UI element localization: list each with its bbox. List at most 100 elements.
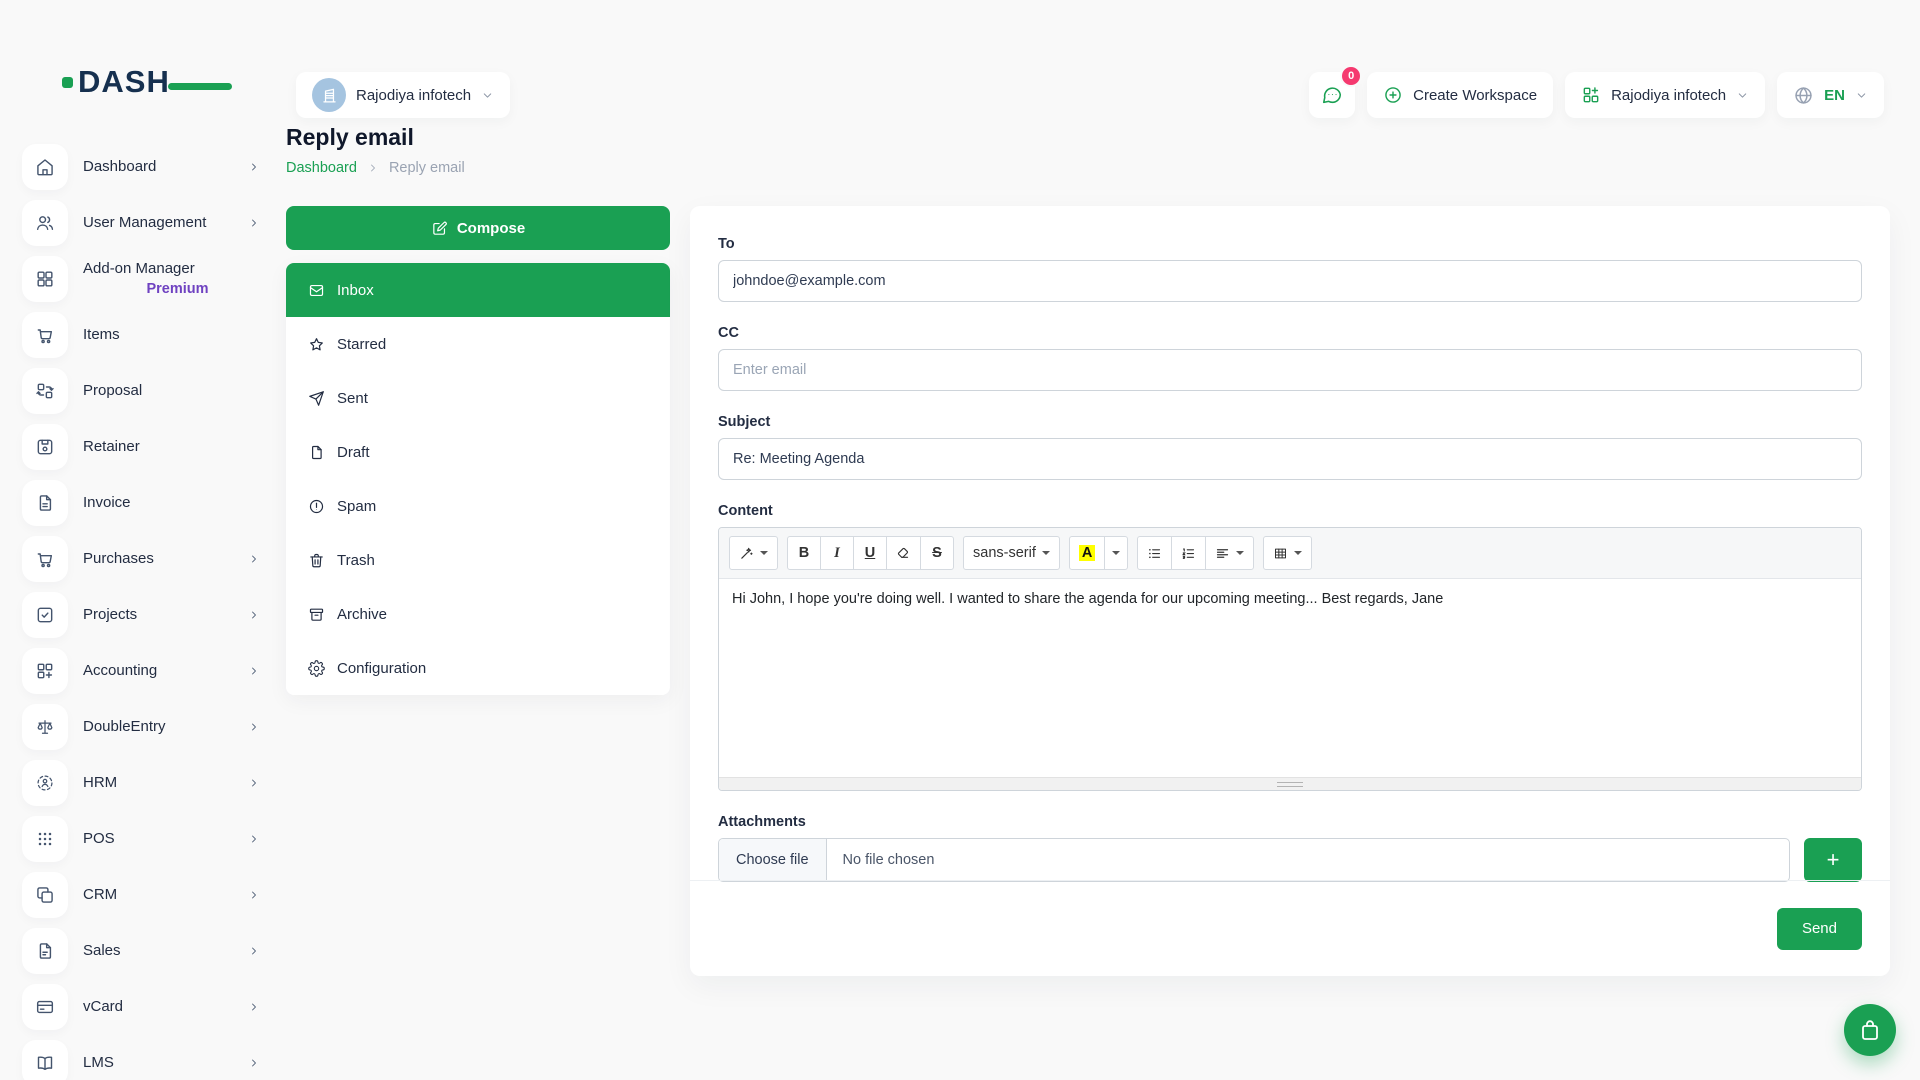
file-text-icon <box>22 480 68 526</box>
marketplace-fab[interactable] <box>1844 1004 1896 1056</box>
strikethrough-button[interactable]: S <box>920 536 954 570</box>
caret-icon <box>1112 551 1120 555</box>
language-menu[interactable]: EN <box>1777 72 1884 118</box>
book-open-icon <box>22 1040 68 1080</box>
folder-spam[interactable]: Spam <box>286 479 670 533</box>
paragraph-align-dropdown[interactable] <box>1205 536 1254 570</box>
trash-icon <box>308 552 325 569</box>
workspace-switcher[interactable]: Rajodiya infotech <box>296 72 510 118</box>
page-title: Reply email <box>286 124 465 151</box>
table-icon <box>1273 546 1288 561</box>
table-dropdown-button[interactable] <box>1263 536 1312 570</box>
content-label: Content <box>718 503 1862 519</box>
workspace-name: Rajodiya infotech <box>356 87 471 104</box>
list-ul-icon <box>1147 546 1162 561</box>
sidebar-item-user-management[interactable]: User Management <box>22 200 272 246</box>
file-icon <box>308 444 325 461</box>
sidebar-item-projects[interactable]: Projects <box>22 592 272 638</box>
content-group: Content B I U <box>718 503 1862 791</box>
copy-cards-icon <box>22 872 68 918</box>
chevron-right-icon <box>248 833 260 845</box>
add-attachment-button[interactable]: + <box>1804 838 1862 882</box>
globe-icon <box>1793 85 1814 106</box>
folder-inbox[interactable]: Inbox <box>286 263 670 317</box>
editor-toolbar: B I U S sans-serif <box>719 528 1861 579</box>
sidebar-item-invoice[interactable]: Invoice <box>22 480 272 526</box>
sidebar-item-vcard[interactable]: vCard <box>22 984 272 1030</box>
sidebar-item-retainer[interactable]: Retainer <box>22 424 272 470</box>
style-dropdown-button[interactable] <box>729 536 778 570</box>
messages-button[interactable]: 0 <box>1309 72 1355 118</box>
caret-icon <box>1042 551 1050 555</box>
sidebar-item-proposal[interactable]: Proposal <box>22 368 272 414</box>
email-body-editor[interactable]: Hi John, I hope you're doing well. I wan… <box>719 579 1861 777</box>
caret-icon <box>760 551 768 555</box>
breadcrumb-dashboard[interactable]: Dashboard <box>286 160 357 176</box>
logo-text: DASH <box>78 64 170 100</box>
cart-icon <box>22 536 68 582</box>
gear-icon <box>308 660 325 677</box>
font-color-caret-button[interactable] <box>1104 536 1128 570</box>
chevron-right-icon <box>248 721 260 733</box>
file-input[interactable]: Choose file No file chosen <box>718 838 1790 882</box>
mail-icon <box>308 282 325 299</box>
sidebar-item-hrm[interactable]: HRM <box>22 760 272 806</box>
sidebar-item-addon-manager[interactable]: Add-on Manager Premium <box>22 256 272 302</box>
sidebar-item-items[interactable]: Items <box>22 312 272 358</box>
chevron-right-icon <box>248 945 260 957</box>
sidebar-item-crm[interactable]: CRM <box>22 872 272 918</box>
color-swatch: A <box>1079 545 1095 561</box>
font-color-button[interactable]: A <box>1069 536 1105 570</box>
subject-input[interactable] <box>718 438 1862 480</box>
sidebar-item-doubleentry[interactable]: DoubleEntry <box>22 704 272 750</box>
editor-resize-handle[interactable] <box>719 777 1861 790</box>
underline-button[interactable]: U <box>853 536 887 570</box>
to-label: To <box>718 236 1862 252</box>
eraser-button[interactable] <box>886 536 921 570</box>
folder-draft[interactable]: Draft <box>286 425 670 479</box>
star-icon <box>308 336 325 353</box>
unordered-list-button[interactable] <box>1137 536 1172 570</box>
chevron-right-icon <box>248 665 260 677</box>
folder-archive[interactable]: Archive <box>286 587 670 641</box>
chevron-right-icon <box>248 889 260 901</box>
eraser-icon <box>896 546 911 561</box>
sidebar-item-purchases[interactable]: Purchases <box>22 536 272 582</box>
chevron-down-icon <box>1855 89 1868 102</box>
font-family-dropdown[interactable]: sans-serif <box>963 536 1060 570</box>
sidebar-item-lms[interactable]: LMS <box>22 1040 272 1080</box>
compose-button[interactable]: Compose <box>286 206 670 250</box>
dots-grid-icon <box>22 816 68 862</box>
choose-file-button[interactable]: Choose file <box>719 839 827 881</box>
bold-button[interactable]: B <box>787 536 821 570</box>
compose-label: Compose <box>457 220 525 237</box>
to-input[interactable] <box>718 260 1862 302</box>
align-left-icon <box>1215 546 1230 561</box>
grid-icon <box>22 256 68 302</box>
create-workspace-button[interactable]: Create Workspace <box>1367 72 1553 118</box>
send-button[interactable]: Send <box>1777 908 1862 950</box>
app-root: DASH Rajodiya infotech 0 Create <box>0 0 1920 1080</box>
italic-button[interactable]: I <box>820 536 854 570</box>
app-logo: DASH <box>62 64 214 100</box>
chevron-right-icon <box>248 609 260 621</box>
building-icon <box>320 86 339 105</box>
logo-dot <box>62 77 73 88</box>
sidebar-item-accounting[interactable]: Accounting <box>22 648 272 694</box>
folder-list: Inbox Starred Sent Draft Spam Trash <box>286 263 670 695</box>
folder-configuration[interactable]: Configuration <box>286 641 670 695</box>
folder-sent[interactable]: Sent <box>286 371 670 425</box>
folder-trash[interactable]: Trash <box>286 533 670 587</box>
caret-icon <box>1236 551 1244 555</box>
ordered-list-button[interactable] <box>1171 536 1206 570</box>
chevron-right-icon <box>248 1057 260 1069</box>
sidebar-item-dashboard[interactable]: Dashboard <box>22 144 272 190</box>
cc-group: CC <box>718 325 1862 391</box>
messages-badge: 0 <box>1340 65 1362 87</box>
sidebar-item-pos[interactable]: POS <box>22 816 272 862</box>
sidebar-item-sales[interactable]: Sales <box>22 928 272 974</box>
cc-input[interactable] <box>718 349 1862 391</box>
mail-column: Compose Inbox Starred Sent Draft Spam <box>286 206 670 695</box>
company-menu[interactable]: Rajodiya infotech <box>1565 72 1765 118</box>
folder-starred[interactable]: Starred <box>286 317 670 371</box>
